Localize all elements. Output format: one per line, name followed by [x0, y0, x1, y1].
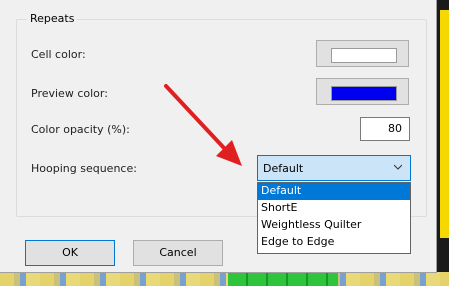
hooping-label: Hooping sequence: [31, 162, 137, 175]
opacity-label: Color opacity (%): [31, 123, 130, 136]
repeats-dialog: Repeats Cell color: Preview color: Color… [0, 0, 437, 273]
cell-color-label: Cell color: [31, 48, 86, 61]
preview-color-swatch [331, 86, 397, 101]
cancel-button[interactable]: Cancel [133, 240, 223, 266]
hooping-sequence-combo[interactable]: Default [257, 155, 411, 181]
cell-color-swatch [331, 48, 397, 63]
option-default[interactable]: Default [258, 183, 410, 200]
red-arrow-annotation-icon [164, 84, 242, 166]
background-pattern-strip [0, 272, 449, 286]
hooping-selected-value: Default [263, 162, 304, 175]
opacity-input[interactable]: 80 [360, 117, 410, 141]
option-weightless-quilter[interactable]: Weightless Quilter [258, 217, 410, 234]
cell-color-button[interactable] [316, 40, 409, 67]
background-design-area [440, 10, 449, 238]
background-green-strip [228, 272, 338, 286]
option-shorte[interactable]: ShortE [258, 200, 410, 217]
hooping-dropdown-list: Default ShortE Weightless Quilter Edge t… [257, 182, 411, 254]
chevron-down-icon [394, 164, 402, 170]
preview-color-button[interactable] [316, 78, 409, 105]
ok-button[interactable]: OK [25, 240, 115, 266]
group-title: Repeats [27, 12, 78, 25]
preview-color-label: Preview color: [31, 87, 108, 100]
option-edge-to-edge[interactable]: Edge to Edge [258, 234, 410, 251]
